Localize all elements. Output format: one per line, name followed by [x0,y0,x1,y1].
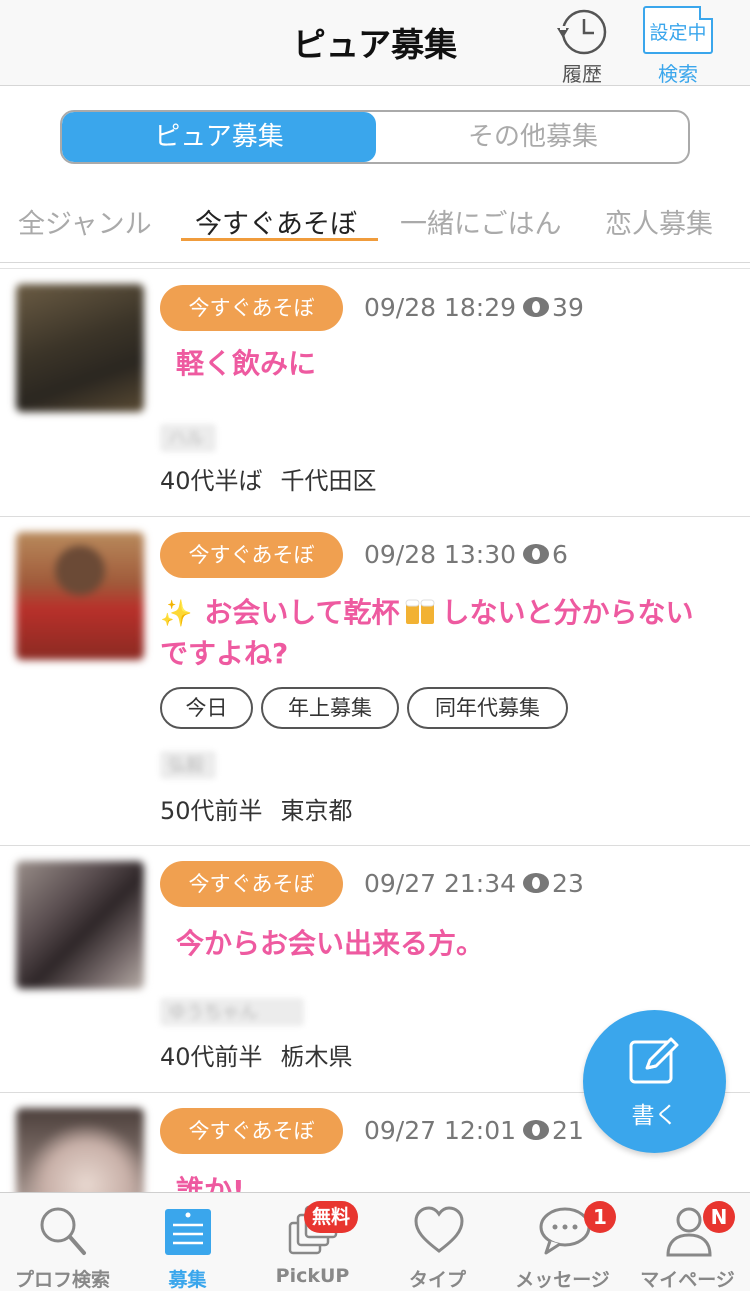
genre-tab-partner[interactable]: 恋人募集 [605,202,713,241]
genre-tag: 今すぐあそぼ [160,285,343,331]
eye-icon [523,297,550,317]
nav-label: プロフ検索 [14,1269,110,1291]
history-button[interactable]: 履歴 [552,6,612,86]
search-label: 検索 [658,62,698,86]
post-meta: 09/28 18:29 39 [364,293,584,322]
history-label: 履歴 [562,62,602,86]
post-item[interactable]: 今すぐあそぼ 09/28 18:29 39 軽く飲みに ハル 40代半ば 千代田区 [0,270,750,517]
post-datetime: 09/28 18:29 [364,293,517,322]
segment-pure[interactable]: ピュア募集 [62,112,376,162]
nickname: ゆうちゃん [160,998,304,1026]
post-title: 今からお会い出来る方。 [176,927,485,960]
avatar[interactable] [16,532,144,660]
nav-profile-search[interactable]: プロフ検索 [0,1193,125,1291]
genre-tab-dinner[interactable]: 一緒にごはん [400,202,561,241]
nav-label: 募集 [168,1269,207,1291]
post-item[interactable]: 今すぐあそぼ 09/28 13:30 6 ✨ お会いして乾杯 しないと分からないですよ… [0,517,750,846]
view-count: 6 [552,540,568,569]
view-count: 21 [552,1116,584,1145]
search-settings-icon: 設定中 [643,6,713,54]
nav-label: PickUP [275,1265,350,1287]
eye-icon [523,873,550,893]
age-label: 50代前半 [160,797,263,825]
eye-icon [523,544,550,564]
nickname: 弘毅 [160,751,216,779]
free-badge: 無料 [304,1201,359,1233]
search-status-label: 設定中 [649,22,707,44]
chip-same-age[interactable]: 同年代募集 [407,687,568,729]
nav-message[interactable]: 1 メッセージ [500,1193,625,1291]
post-meta: 09/27 21:34 23 [364,869,584,898]
nav-type[interactable]: タイプ [375,1193,500,1291]
beer-icon [405,599,435,624]
heart-icon [414,1206,464,1253]
page-title: ピュア募集 [292,25,458,64]
list-icon [165,1209,211,1255]
new-badge: N [703,1201,735,1233]
search-icon [40,1207,86,1255]
post-meta: 09/27 12:01 21 [364,1116,584,1145]
header-bar: ピュア募集 履歴 設定中 検索 [0,0,750,86]
chip-today[interactable]: 今日 [160,687,253,729]
nav-mypage[interactable]: N マイページ [625,1193,750,1291]
avatar[interactable] [16,861,144,989]
avatar[interactable] [16,284,144,412]
avatar[interactable] [16,1108,144,1192]
nav-label: タイプ [408,1269,466,1291]
post-datetime: 09/27 12:01 [364,1116,517,1145]
sparkle-icon: ✨ [160,599,193,629]
divider [0,262,750,263]
unread-badge: 1 [584,1201,616,1233]
search-settings-button[interactable]: 設定中 検索 [640,6,716,86]
location-label: 東京都 [280,797,353,825]
location-label: 千代田区 [280,467,377,495]
write-post-button[interactable]: 書く [583,1010,726,1153]
genre-tag: 今すぐあそぼ [160,861,343,907]
genre-tag: 今すぐあそぼ [160,532,343,578]
view-count: 39 [552,293,584,322]
post-datetime: 09/28 13:30 [364,540,517,569]
location-label: 栃木県 [280,1043,353,1071]
write-label: 書く [631,1103,678,1129]
profile-meta: 40代前半 栃木県 [160,1037,353,1072]
age-label: 40代半ば [160,467,263,495]
nav-recruit[interactable]: 募集 [125,1193,250,1291]
nav-label: マイページ [640,1269,735,1291]
category-segment: ピュア募集 その他募集 [60,110,690,164]
segment-other[interactable]: その他募集 [376,112,688,162]
post-meta: 09/28 13:30 6 [364,540,568,569]
genre-tabs: 全ジャンル 今すぐあそぼ 一緒にごはん 恋人募集 [0,196,750,246]
nav-label: メッセージ [515,1269,610,1291]
genre-tab-play-now[interactable]: 今すぐあそぼ [195,202,357,241]
post-title: ✨ お会いして乾杯 しないと分からないですよね? [160,596,694,670]
pencil-icon [629,1037,679,1084]
nav-pickup[interactable]: 無料 PickUP [250,1193,375,1291]
active-tab-underline [181,238,378,241]
profile-meta: 50代前半 東京都 [160,791,353,826]
profile-meta: 40代半ば 千代田区 [160,461,377,496]
post-title: 誰か! [176,1174,245,1192]
eye-icon [523,1120,550,1140]
view-count: 23 [552,869,584,898]
chip-older[interactable]: 年上募集 [261,687,399,729]
genre-tag: 今すぐあそぼ [160,1108,343,1154]
post-datetime: 09/27 21:34 [364,869,517,898]
post-title: 軽く飲みに [176,347,317,380]
bottom-nav: プロフ検索 募集 無料 PickUP タイプ 1 メッセージ N マイページ [0,1192,750,1291]
age-label: 40代前半 [160,1043,263,1071]
history-icon [557,9,607,55]
genre-tab-all[interactable]: 全ジャンル [18,202,152,241]
nickname: ハル [160,424,216,452]
divider [0,268,750,269]
